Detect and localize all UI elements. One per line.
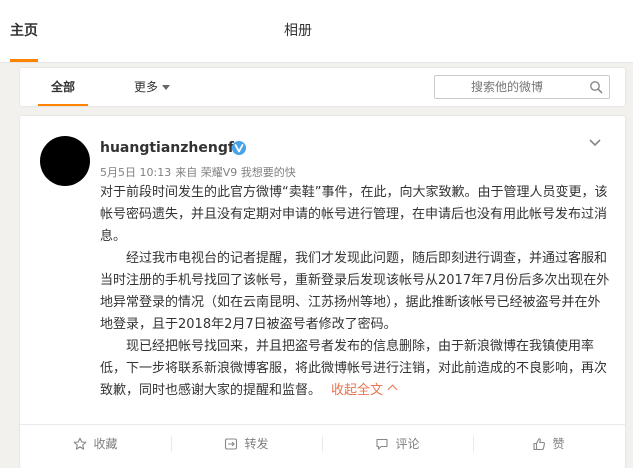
verified-badge-icon bbox=[232, 141, 246, 155]
tab-album[interactable]: 相册 bbox=[284, 0, 312, 62]
search-box[interactable] bbox=[434, 75, 611, 99]
filter-all-tab[interactable]: 全部 bbox=[20, 68, 106, 106]
avatar[interactable] bbox=[40, 136, 90, 186]
filter-more-label: 更多 bbox=[134, 80, 159, 94]
post-action-bar: 收藏 转发 评论 赞 bbox=[20, 424, 625, 463]
chevron-down-icon bbox=[162, 85, 171, 90]
post-username[interactable]: huangtianzhengfu bbox=[100, 140, 244, 156]
post-menu-chevron-icon[interactable] bbox=[588, 138, 602, 148]
repost-label: 转发 bbox=[244, 437, 269, 451]
weibo-post-card: huangtianzhengfu 5月5日 10:13 来自 荣耀V9 我想要的快… bbox=[20, 116, 625, 468]
post-paragraph-1: 对于前段时间发生的此官方微博“卖鞋”事件，在此，向大家致歉。由于管理人员变更，该… bbox=[100, 185, 608, 244]
post-meta: 5月5日 10:13 来自 荣耀V9 我想要的快 bbox=[100, 164, 300, 180]
top-nav: 主页 相册 bbox=[0, 0, 633, 63]
collapse-text-link[interactable]: 收起全文 bbox=[331, 383, 398, 398]
post-body: 对于前段时间发生的此官方微博“卖鞋”事件，在此，向大家致歉。由于管理人员变更，该… bbox=[100, 182, 610, 402]
post-source: 来自 荣耀V9 我想要的快 bbox=[175, 166, 296, 179]
search-input[interactable] bbox=[435, 76, 611, 98]
favorite-button[interactable]: 收藏 bbox=[20, 425, 171, 463]
comment-label: 评论 bbox=[395, 437, 420, 451]
divider bbox=[322, 436, 323, 452]
collapse-label: 收起全文 bbox=[331, 383, 384, 398]
star-icon bbox=[74, 437, 87, 450]
repost-button[interactable]: 转发 bbox=[171, 425, 322, 463]
post-paragraph-3: 现已经把帐号找回来，并且把盗号者发布的信息删除，由于新浪微博在我镇使用率低，下一… bbox=[100, 336, 610, 402]
divider bbox=[171, 436, 172, 452]
search-icon[interactable] bbox=[589, 80, 603, 94]
comment-button[interactable]: 评论 bbox=[322, 425, 473, 463]
thumbs-up-icon bbox=[533, 438, 546, 451]
comment-icon bbox=[376, 438, 389, 450]
post-paragraph-2: 经过我市电视台的记者提醒，我们才发现此问题，随后即刻进行调查，并通过客服和当时注… bbox=[100, 251, 610, 332]
post-date[interactable]: 5月5日 10:13 bbox=[100, 166, 171, 179]
chevron-up-icon bbox=[387, 384, 398, 395]
like-button[interactable]: 赞 bbox=[473, 425, 624, 463]
divider bbox=[473, 436, 474, 452]
like-label: 赞 bbox=[552, 437, 565, 451]
favorite-label: 收藏 bbox=[93, 437, 118, 451]
filter-more-dropdown[interactable]: 更多 bbox=[134, 68, 171, 106]
tab-home[interactable]: 主页 bbox=[10, 0, 38, 62]
repost-icon bbox=[225, 438, 238, 450]
filter-bar: 全部 更多 bbox=[20, 68, 625, 106]
